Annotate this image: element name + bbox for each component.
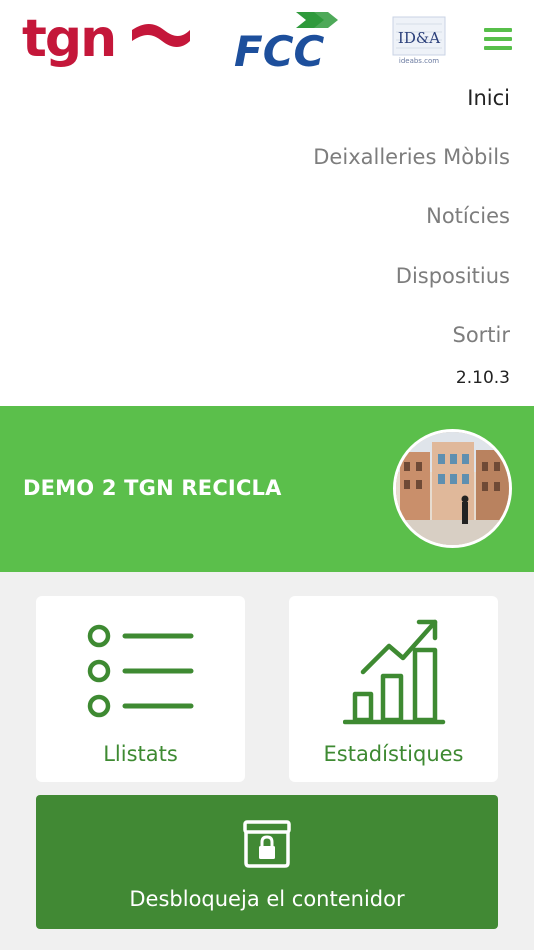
svg-text:ID&A: ID&A <box>398 29 440 47</box>
app-version: 2.10.3 <box>455 368 510 388</box>
locked-container-icon <box>243 820 291 868</box>
unlock-container-button[interactable]: Desbloqueja el contenidor <box>36 795 498 929</box>
svg-text:ideabs.com: ideabs.com <box>399 57 439 65</box>
listings-label: Llistats <box>103 742 178 766</box>
menu-item-dispositius[interactable]: Dispositius <box>396 264 510 288</box>
list-icon <box>87 624 194 718</box>
svg-text:FCC: FCC <box>234 27 325 72</box>
menu-item-sortir[interactable]: Sortir <box>452 323 510 347</box>
hamburger-bar <box>484 28 512 32</box>
hamburger-bar <box>484 37 512 41</box>
listings-card[interactable]: Llistats <box>36 596 245 782</box>
statistics-label: Estadístiques <box>323 742 464 766</box>
hamburger-menu-icon[interactable] <box>480 24 516 56</box>
unlock-container-label: Desbloqueja el contenidor <box>129 887 405 911</box>
tgn-logo: tgn <box>22 8 192 70</box>
nav-menu: Inici Deixalleries Mòbils Notícies Dispo… <box>0 80 534 406</box>
statistics-card[interactable]: Estadístiques <box>289 596 498 782</box>
avatar[interactable] <box>393 429 512 548</box>
menu-item-inici[interactable]: Inici <box>467 86 510 110</box>
bar-chart-icon <box>343 619 446 725</box>
fcc-logo: FCC <box>234 10 342 76</box>
top-bar: tgn FCC ID&A ideabs.com <box>0 0 534 80</box>
user-banner: DEMO 2 TGN RECICLA <box>0 406 534 572</box>
hamburger-bar <box>484 46 512 50</box>
account-name: DEMO 2 TGN RECICLA <box>23 476 282 500</box>
menu-item-deixalleries-mobils[interactable]: Deixalleries Mòbils <box>313 145 510 169</box>
menu-item-noticies[interactable]: Notícies <box>426 204 510 228</box>
ideabs-logo: ID&A ideabs.com <box>392 16 446 66</box>
svg-text:tgn: tgn <box>22 9 115 69</box>
